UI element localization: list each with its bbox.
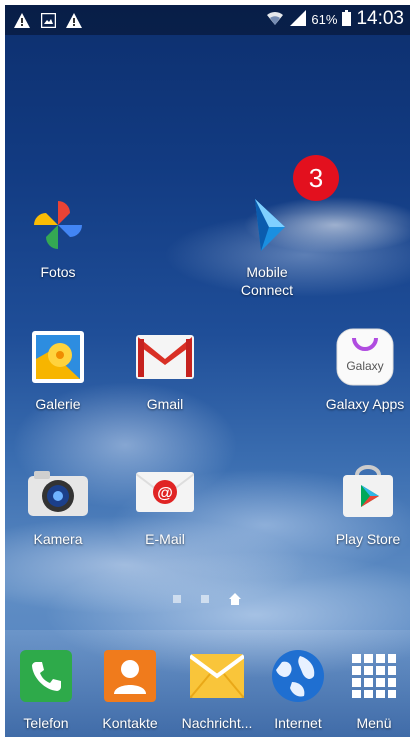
messages-icon [185,644,249,708]
page-dot[interactable] [173,595,181,603]
clock: 14:03 [356,8,404,29]
app-kamera[interactable]: Kamera [23,460,93,548]
app-label: Internet [274,715,322,731]
svg-text:Galaxy: Galaxy [346,359,383,373]
dock-kontakte[interactable]: Kontakte [95,644,165,732]
camera-icon [26,460,90,524]
step-badge: 3 [293,155,339,201]
app-galaxy-apps[interactable]: Galaxy Galaxy Apps [323,325,407,413]
contacts-icon [98,644,162,708]
image-icon [39,11,57,29]
galaxy-apps-icon: Galaxy [333,325,397,389]
app-galerie[interactable]: Galerie [23,325,93,413]
gmail-icon [133,325,197,389]
app-fotos[interactable]: Fotos [23,193,93,281]
svg-text:@: @ [157,485,173,502]
app-label: Fotos [40,264,76,280]
app-label: Gmail [146,396,184,412]
battery-percent: 61% [311,11,338,27]
app-label: Galerie [35,396,81,412]
dock-nachrichten[interactable]: Nachricht... [179,644,255,732]
battery-icon [342,9,352,29]
dock: Telefon Kontakte Nachricht... Internet M… [5,630,410,737]
pinwheel-icon [26,193,90,257]
warning-icon [13,11,31,29]
warning-icon [65,11,83,29]
app-play-store[interactable]: Play Store [330,460,406,548]
globe-icon [266,644,330,708]
apps-grid-icon [342,644,406,708]
app-label: Galaxy Apps [325,396,405,412]
dock-internet[interactable]: Internet [263,644,333,732]
page-indicator [173,593,241,605]
app-label: E-Mail [145,531,185,547]
app-label: Play Store [335,531,401,547]
app-label: Kontakte [102,715,158,731]
email-icon: @ [133,460,197,524]
gallery-icon [26,325,90,389]
app-label: Nachricht... [181,715,253,731]
dock-telefon[interactable]: Telefon [11,644,81,732]
app-gmail[interactable]: Gmail [130,325,200,413]
mobile-connect-icon [235,193,299,257]
app-label: Telefon [23,715,69,731]
app-label: Mobile Connect [240,264,294,298]
wifi-icon [265,9,285,30]
page-dot[interactable] [201,595,209,603]
phone-icon [14,644,78,708]
app-mobile-connect[interactable]: Mobile Connect [227,193,307,299]
dock-menu[interactable]: Menü [342,644,406,732]
play-store-icon [336,460,400,524]
app-label: Menü [356,715,392,731]
status-bar: 61% 14:03 [5,5,410,35]
home-page-icon[interactable] [229,593,241,605]
app-email[interactable]: @ E-Mail [130,460,200,548]
home-screen: 61% 14:03 Fotos Mobile Connect Galerie G… [5,5,410,737]
signal-icon [290,9,307,29]
app-label: Kamera [33,531,83,547]
